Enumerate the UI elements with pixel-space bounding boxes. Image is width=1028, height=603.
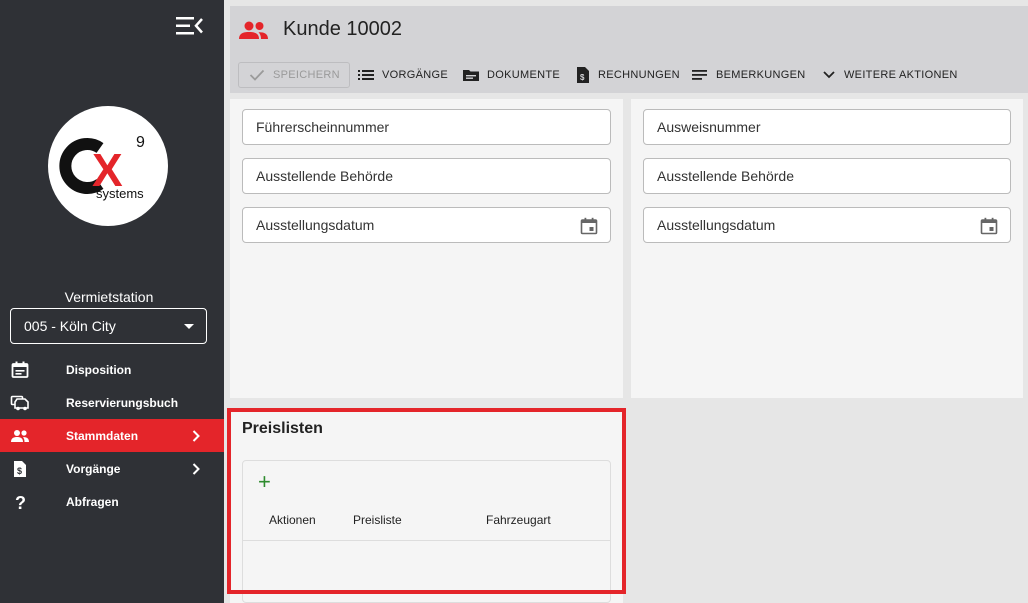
sidebar-item-abfragen[interactable]: ? Abfragen [0,485,224,518]
svg-text:$: $ [580,73,585,82]
license-authority-field[interactable]: Ausstellende Behörde [242,158,611,194]
station-label: Vermietstation [64,289,154,305]
toolbar: SPEICHERN VORGÄNGE DOKUMENTE $ RECHNUNGE… [230,62,1028,88]
logo-superscript: 9 [136,134,145,151]
sidebar-item-vorgaenge[interactable]: $ Vorgänge [0,452,224,485]
page-title: Kunde 10002 [283,18,403,40]
svg-text:$: $ [17,466,22,476]
company-logo: X 9 systems [48,106,168,226]
column-header-preisliste[interactable]: Preisliste [353,513,402,527]
invoice-icon: $ [577,67,589,83]
sidebar-item-stammdaten[interactable]: Stammdaten [0,419,224,452]
sidebar-item-label: Abfragen [66,494,119,509]
sidebar-item-label: Disposition [66,362,132,377]
calendar-icon[interactable] [580,217,598,238]
sidebar: X 9 systems Vermietstation 005 - Köln Ci… [0,0,224,603]
svg-text:?: ? [15,493,26,512]
preislisten-table [242,460,611,603]
column-header-fahrzeugart[interactable]: Fahrzeugart [486,513,551,527]
calendar-icon[interactable] [980,217,998,238]
chevron-right-icon [192,430,200,442]
station-value: 005 - Köln City [24,318,116,334]
weitere-aktionen-button[interactable]: WEITERE AKTIONEN [822,62,958,88]
chevron-right-icon [192,463,200,475]
dokumente-button[interactable]: DOKUMENTE [463,62,560,88]
sidebar-item-label: Reservierungsbuch [66,395,179,410]
sidebar-item-reservierungsbuch[interactable]: Reservierungsbuch [0,386,224,419]
page-header: Kunde 10002 SPEICHERN VORGÄNGE DOKUMENTE… [230,6,1028,93]
question-icon: ? [10,492,30,513]
list-icon [358,70,374,80]
folder-icon [463,70,479,81]
caret-down-icon [184,324,194,329]
save-button[interactable]: SPEICHERN [238,62,350,88]
calendar-icon [10,360,30,380]
sidebar-item-label: Stammdaten [66,428,139,443]
id-date-field[interactable]: Ausstellungsdatum [643,207,1011,243]
invoice-icon: $ [10,459,30,479]
add-preisliste-button[interactable]: + [258,471,274,493]
ausweisnummer-field[interactable]: Ausweisnummer [643,109,1011,145]
column-header-aktionen: Aktionen [269,513,316,527]
car-icon [10,393,30,413]
people-icon [10,426,30,446]
people-icon [238,18,270,47]
table-header-divider [243,540,610,541]
preislisten-title: Preislisten [242,420,323,437]
station-select[interactable]: 005 - Köln City [10,308,207,344]
sidebar-item-disposition[interactable]: Disposition [0,353,224,386]
chevron-down-icon [823,71,835,79]
bemerkungen-button[interactable]: BEMERKUNGEN [692,62,805,88]
menu-collapse-icon[interactable] [174,14,204,38]
rechnungen-button[interactable]: $ RECHNUNGEN [576,62,680,88]
license-date-field[interactable]: Ausstellungsdatum [242,207,611,243]
vorgaenge-button[interactable]: VORGÄNGE [358,62,448,88]
sidebar-item-label: Vorgänge [66,461,121,476]
sidebar-nav: Disposition Reservierungsbuch Stammdaten… [0,353,224,518]
id-authority-field[interactable]: Ausstellende Behörde [643,158,1011,194]
check-icon [249,69,265,81]
notes-icon [692,70,707,80]
fuehrerscheinnummer-field[interactable]: Führerscheinnummer [242,109,611,145]
logo-text: systems [96,186,144,201]
